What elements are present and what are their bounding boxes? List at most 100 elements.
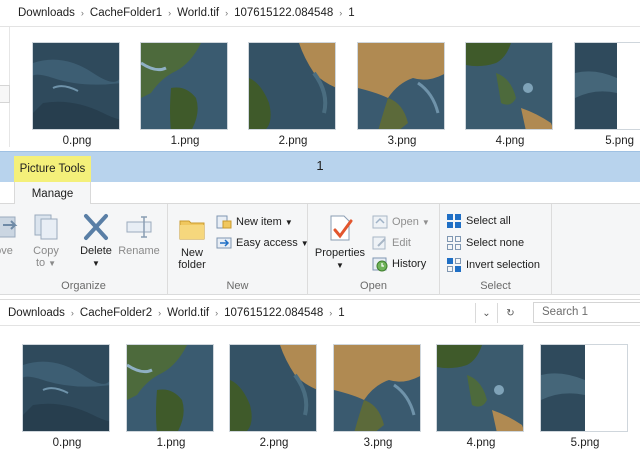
search-input[interactable]: Search 1 <box>533 302 640 323</box>
new-folder-label-line2: folder <box>178 259 206 271</box>
chevron-down-icon: ▼ <box>92 259 100 268</box>
file-name: 4.png <box>495 135 525 147</box>
tab-manage[interactable]: Manage <box>14 182 91 205</box>
window-title: 1 <box>316 158 324 173</box>
file-thumbnail[interactable]: 5.png <box>540 344 630 449</box>
image-preview <box>248 42 336 130</box>
copy-to-label: Copy <box>33 245 59 257</box>
breadcrumb-item[interactable]: 1 <box>334 307 348 319</box>
file-name: 2.png <box>259 437 289 449</box>
image-preview <box>22 344 110 432</box>
history-button[interactable]: History <box>372 256 426 272</box>
select-none-label: Select none <box>466 237 525 249</box>
easy-access-button[interactable]: Easy access ▼ <box>216 235 309 251</box>
breadcrumb-item[interactable]: Downloads <box>14 7 79 19</box>
new-folder-button[interactable]: New folder <box>172 213 212 271</box>
image-preview <box>229 344 317 432</box>
image-preview <box>540 344 628 432</box>
chevron-down-icon: ▼ <box>284 217 293 227</box>
file-thumbnail[interactable]: 0.png <box>32 42 122 147</box>
breadcrumb-item[interactable]: CacheFolder1 <box>86 7 166 19</box>
file-thumbnail[interactable]: 0.png <box>22 344 112 449</box>
group-new: New folder New item ▼ Easy access ▼ New <box>168 204 309 295</box>
invert-selection-icon <box>446 257 462 273</box>
history-icon <box>372 256 388 272</box>
group-select: Select all Select none Invert selection … <box>440 204 552 295</box>
file-name: 5.png <box>570 437 600 449</box>
file-name: 0.png <box>52 437 82 449</box>
file-thumbnail[interactable]: 4.png <box>436 344 526 449</box>
file-name: 2.png <box>278 135 308 147</box>
bottom-thumbnail-grid: 0.png 1.png 2.png 3.png 4.png 5.png <box>0 344 640 454</box>
breadcrumb-item[interactable]: World.tif <box>173 7 223 19</box>
breadcrumb-separator[interactable]: › <box>166 8 173 18</box>
address-dropdown-button[interactable]: ⌄ <box>475 303 497 323</box>
ribbon-tab-strip <box>0 182 640 204</box>
breadcrumb-separator[interactable]: › <box>156 308 163 318</box>
rename-button[interactable]: Rename <box>117 213 161 257</box>
delete-label: Delete <box>80 245 112 257</box>
file-thumbnail[interactable]: 2.png <box>248 42 338 147</box>
breadcrumb-item[interactable]: 1 <box>344 7 358 19</box>
folder-move-icon <box>0 213 19 241</box>
new-folder-icon <box>177 213 207 243</box>
breadcrumb-separator[interactable]: › <box>223 8 230 18</box>
top-breadcrumb: Downloads › CacheFolder1 › World.tif › 1… <box>0 0 640 27</box>
delete-button[interactable]: Delete ▼ <box>76 213 116 270</box>
properties-check-icon <box>325 213 355 243</box>
refresh-button[interactable]: ↻ <box>497 303 523 323</box>
file-thumbnail[interactable]: 3.png <box>333 344 423 449</box>
open-button[interactable]: Open ▼ <box>372 214 430 230</box>
file-thumbnail[interactable]: 5.png <box>574 42 640 147</box>
file-name: 0.png <box>62 135 92 147</box>
file-thumbnail[interactable]: 1.png <box>140 42 230 147</box>
breadcrumb-separator[interactable]: › <box>69 308 76 318</box>
breadcrumb-item[interactable]: 107615122.084548 <box>220 307 327 319</box>
group-open: Properties ▼ Open ▼ Edit History Open <box>308 204 440 295</box>
select-none-button[interactable]: Select none <box>446 235 524 251</box>
context-tab-picture-tools: Picture Tools <box>14 156 91 182</box>
properties-label: Properties <box>314 247 366 259</box>
edit-label: Edit <box>392 237 411 249</box>
file-name: 1.png <box>156 437 186 449</box>
open-label: Open <box>392 216 419 228</box>
new-folder-label: New <box>180 247 203 259</box>
delete-x-icon <box>81 213 111 241</box>
group-label-organize: Organize <box>61 280 106 292</box>
image-preview <box>436 344 524 432</box>
breadcrumb-item[interactable]: CacheFolder2 <box>76 307 156 319</box>
copy-to-label-line2: to <box>35 257 46 269</box>
chevron-down-icon: ▼ <box>421 217 430 227</box>
edit-icon <box>372 235 388 251</box>
new-item-label: New item <box>236 216 282 228</box>
new-item-button[interactable]: New item ▼ <box>216 214 293 230</box>
properties-button[interactable]: Properties ▼ <box>312 213 368 272</box>
copy-to-button[interactable]: Copy to ▼ <box>28 213 64 270</box>
breadcrumb-separator[interactable]: › <box>337 8 344 18</box>
move-to-button[interactable]: ove <box>0 213 22 257</box>
file-thumbnail[interactable]: 1.png <box>126 344 216 449</box>
breadcrumb-separator[interactable]: › <box>213 308 220 318</box>
select-all-button[interactable]: Select all <box>446 213 511 229</box>
breadcrumb-item[interactable]: World.tif <box>163 307 213 319</box>
breadcrumb-separator[interactable]: › <box>327 308 334 318</box>
edit-button[interactable]: Edit <box>372 235 411 251</box>
easy-access-label: Easy access <box>236 237 298 249</box>
group-organize: ove Copy to▼ Delete ▼ Rename Organize <box>0 204 168 295</box>
image-preview <box>574 42 640 130</box>
copy-icon <box>31 213 61 241</box>
rename-icon <box>124 213 154 241</box>
breadcrumb-item[interactable]: Downloads <box>4 307 69 319</box>
image-preview <box>126 344 214 432</box>
file-thumbnail[interactable]: 2.png <box>229 344 319 449</box>
breadcrumb-separator[interactable]: › <box>79 8 86 18</box>
file-thumbnail[interactable]: 4.png <box>465 42 555 147</box>
file-thumbnail[interactable]: 3.png <box>357 42 447 147</box>
move-to-label: ove <box>0 245 13 257</box>
group-label-select: Select <box>480 280 511 292</box>
breadcrumb-item[interactable]: 107615122.084548 <box>230 7 337 19</box>
invert-selection-button[interactable]: Invert selection <box>446 257 540 273</box>
select-all-label: Select all <box>466 215 511 227</box>
file-name: 1.png <box>170 135 200 147</box>
file-name: 4.png <box>466 437 496 449</box>
